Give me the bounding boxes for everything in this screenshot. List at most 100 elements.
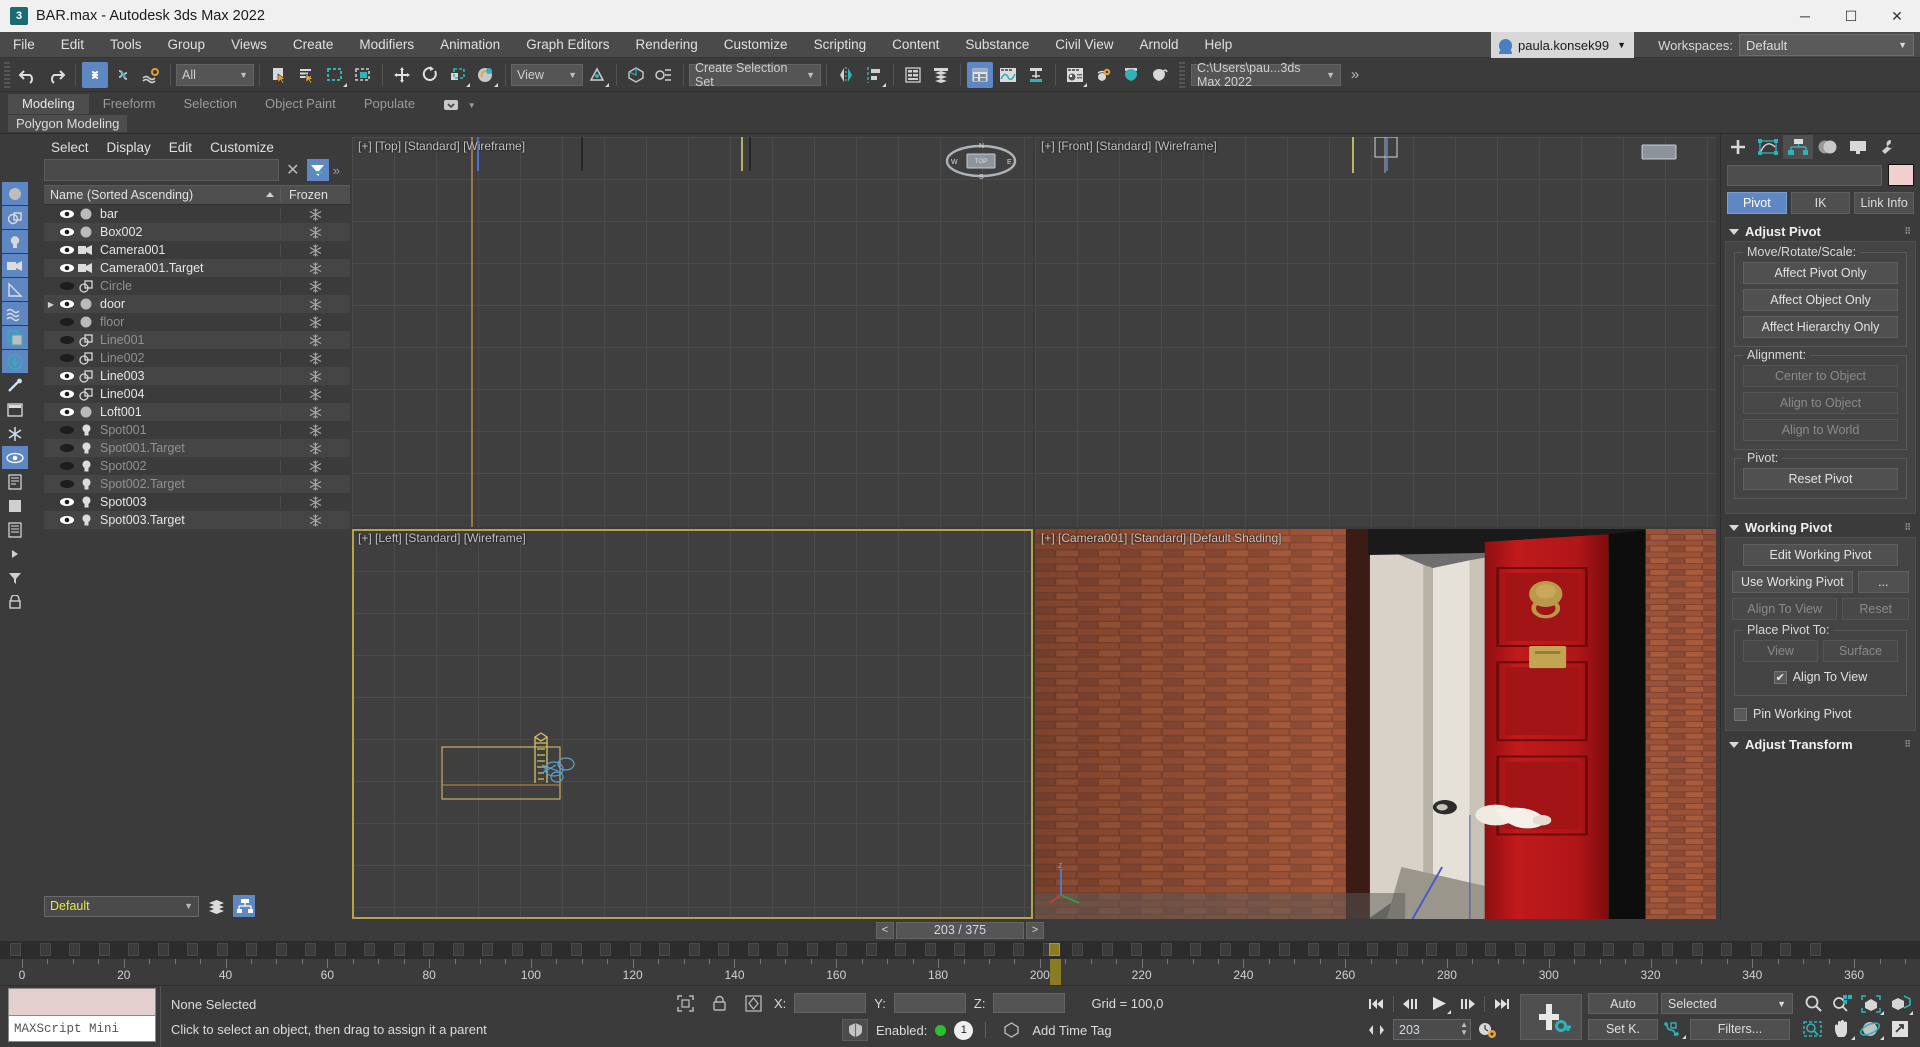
visibility-toggle-icon[interactable]	[58, 425, 76, 435]
link-info-mode-button[interactable]: Link Info	[1854, 192, 1915, 214]
track-key[interactable]	[275, 943, 287, 956]
key-mode-toggle-icon[interactable]	[1661, 1018, 1687, 1040]
compact-material-stack-icon[interactable]	[928, 62, 954, 88]
timeline-playhead[interactable]	[1050, 959, 1062, 985]
track-key[interactable]	[511, 943, 523, 956]
display-selection-icon[interactable]	[2, 494, 28, 517]
frame-counter[interactable]: 203 / 375	[896, 921, 1024, 939]
ik-mode-button[interactable]: IK	[1790, 192, 1851, 214]
track-key[interactable]	[718, 943, 729, 956]
auto-key-button[interactable]: Auto	[1588, 993, 1658, 1014]
key-filters-button[interactable]: Filters...	[1690, 1018, 1790, 1040]
explorer-overflow-icon[interactable]: »	[333, 163, 340, 178]
place-pivot-view-button[interactable]: View	[1743, 640, 1818, 662]
table-row[interactable]: Camera001.Target	[44, 259, 350, 277]
object-name[interactable]: Line004	[96, 387, 280, 401]
track-key[interactable]	[1219, 943, 1231, 956]
track-key[interactable]	[1809, 943, 1821, 956]
degradation-level-badge[interactable]: 1	[954, 1020, 974, 1040]
track-key[interactable]	[246, 943, 257, 956]
table-row[interactable]: Spot001	[44, 421, 350, 439]
play-animation-icon[interactable]	[1426, 993, 1452, 1015]
freeze-toggle-icon[interactable]	[280, 441, 350, 455]
table-row[interactable]: Spot001.Target	[44, 439, 350, 457]
x-coordinate-input[interactable]	[794, 993, 867, 1013]
track-key[interactable]	[1396, 943, 1408, 956]
ribbon-panel-polygon-modeling[interactable]: Polygon Modeling	[8, 115, 128, 132]
track-key[interactable]	[1308, 943, 1319, 956]
freeze-toggle-icon[interactable]	[280, 351, 350, 365]
table-row[interactable]: Spot003	[44, 493, 350, 511]
maxscript-output-field[interactable]	[8, 988, 156, 1016]
select-by-name-icon[interactable]	[294, 62, 320, 88]
track-key[interactable]	[1662, 943, 1673, 956]
rollout-header-adjust-pivot[interactable]: Adjust Pivot ⠿	[1725, 222, 1916, 241]
ribbon-tab-modeling[interactable]: Modeling	[8, 94, 89, 114]
track-key-current[interactable]	[1049, 943, 1061, 956]
workspace-select[interactable]: Default ▼	[1739, 34, 1914, 56]
z-coordinate-input[interactable]	[993, 993, 1066, 1013]
display-hidden-icon[interactable]	[2, 446, 28, 469]
track-key[interactable]	[836, 943, 847, 956]
track-key[interactable]	[659, 943, 670, 956]
select-and-link-icon[interactable]	[82, 61, 108, 88]
visibility-toggle-icon[interactable]	[58, 389, 76, 399]
track-key[interactable]	[10, 943, 21, 956]
schematic-view-icon[interactable]	[1023, 62, 1049, 88]
viewport-top[interactable]: [+] [Top] [Standard] [Wireframe] TOP W E…	[352, 137, 1033, 527]
display-sort-icon[interactable]	[2, 566, 28, 589]
track-key[interactable]	[747, 943, 759, 956]
display-shapes-icon[interactable]	[2, 206, 28, 229]
menu-edit[interactable]: Edit	[48, 32, 97, 58]
expand-triangle-icon[interactable]: ▶	[44, 300, 58, 309]
display-properties-icon[interactable]	[2, 518, 28, 541]
material-editor-icon[interactable]	[1062, 62, 1088, 88]
track-key[interactable]	[1691, 943, 1703, 956]
reference-coordinate-select[interactable]: View ▼	[511, 63, 583, 86]
track-key[interactable]	[1721, 943, 1732, 956]
freeze-toggle-icon[interactable]	[280, 495, 350, 509]
ribbon-tab-freeform[interactable]: Freeform	[89, 94, 170, 114]
align-to-view-button[interactable]: Align To View	[1732, 598, 1838, 620]
zoom-region-icon[interactable]	[1799, 1017, 1827, 1041]
track-key[interactable]	[187, 943, 198, 956]
object-name[interactable]: Spot002.Target	[96, 477, 280, 491]
track-key[interactable]	[1544, 943, 1555, 956]
freeze-toggle-icon[interactable]	[280, 279, 350, 293]
adaptive-degradation-icon[interactable]	[842, 1019, 868, 1041]
track-key[interactable]	[1072, 943, 1083, 956]
track-key[interactable]	[1190, 943, 1201, 956]
previous-frame-button[interactable]: <	[876, 921, 894, 939]
track-key[interactable]	[895, 943, 906, 956]
freeze-toggle-icon[interactable]	[280, 261, 350, 275]
track-key[interactable]	[1780, 943, 1791, 956]
explorer-menu-customize[interactable]: Customize	[201, 140, 283, 155]
curve-editor-icon[interactable]	[995, 62, 1021, 88]
zoom-extents-all-icon[interactable]	[1886, 992, 1914, 1016]
zoom-icon[interactable]	[1799, 992, 1827, 1016]
track-key[interactable]	[570, 943, 582, 956]
toolbar-overflow-icon[interactable]: »	[1342, 62, 1368, 88]
window-crossing-icon[interactable]	[350, 62, 376, 88]
track-key[interactable]	[423, 943, 434, 956]
minimize-button[interactable]: ─	[1782, 0, 1828, 32]
go-to-end-icon[interactable]	[1488, 993, 1514, 1015]
table-row[interactable]: Spot003.Target	[44, 511, 350, 529]
create-tab[interactable]	[1723, 135, 1753, 159]
table-row[interactable]: Spot002	[44, 457, 350, 475]
table-row[interactable]: Loft001	[44, 403, 350, 421]
active-shade-icon[interactable]	[1146, 62, 1172, 88]
viewport-top-label[interactable]: [+] [Top] [Standard] [Wireframe]	[358, 139, 525, 153]
affect-pivot-only-button[interactable]: Affect Pivot Only	[1743, 262, 1898, 284]
explorer-menu-display[interactable]: Display	[98, 140, 160, 155]
visibility-toggle-icon[interactable]	[58, 497, 76, 507]
object-name[interactable]: floor	[96, 315, 280, 329]
track-key[interactable]	[452, 943, 464, 956]
table-row[interactable]: Line001	[44, 331, 350, 349]
maximize-viewport-toggle-icon[interactable]	[1886, 1017, 1914, 1041]
menu-create[interactable]: Create	[280, 32, 347, 58]
view-cube-front[interactable]	[1626, 141, 1702, 181]
track-key[interactable]	[1013, 943, 1024, 956]
toolbar-grip[interactable]	[4, 61, 10, 88]
object-name[interactable]: bar	[96, 207, 280, 221]
